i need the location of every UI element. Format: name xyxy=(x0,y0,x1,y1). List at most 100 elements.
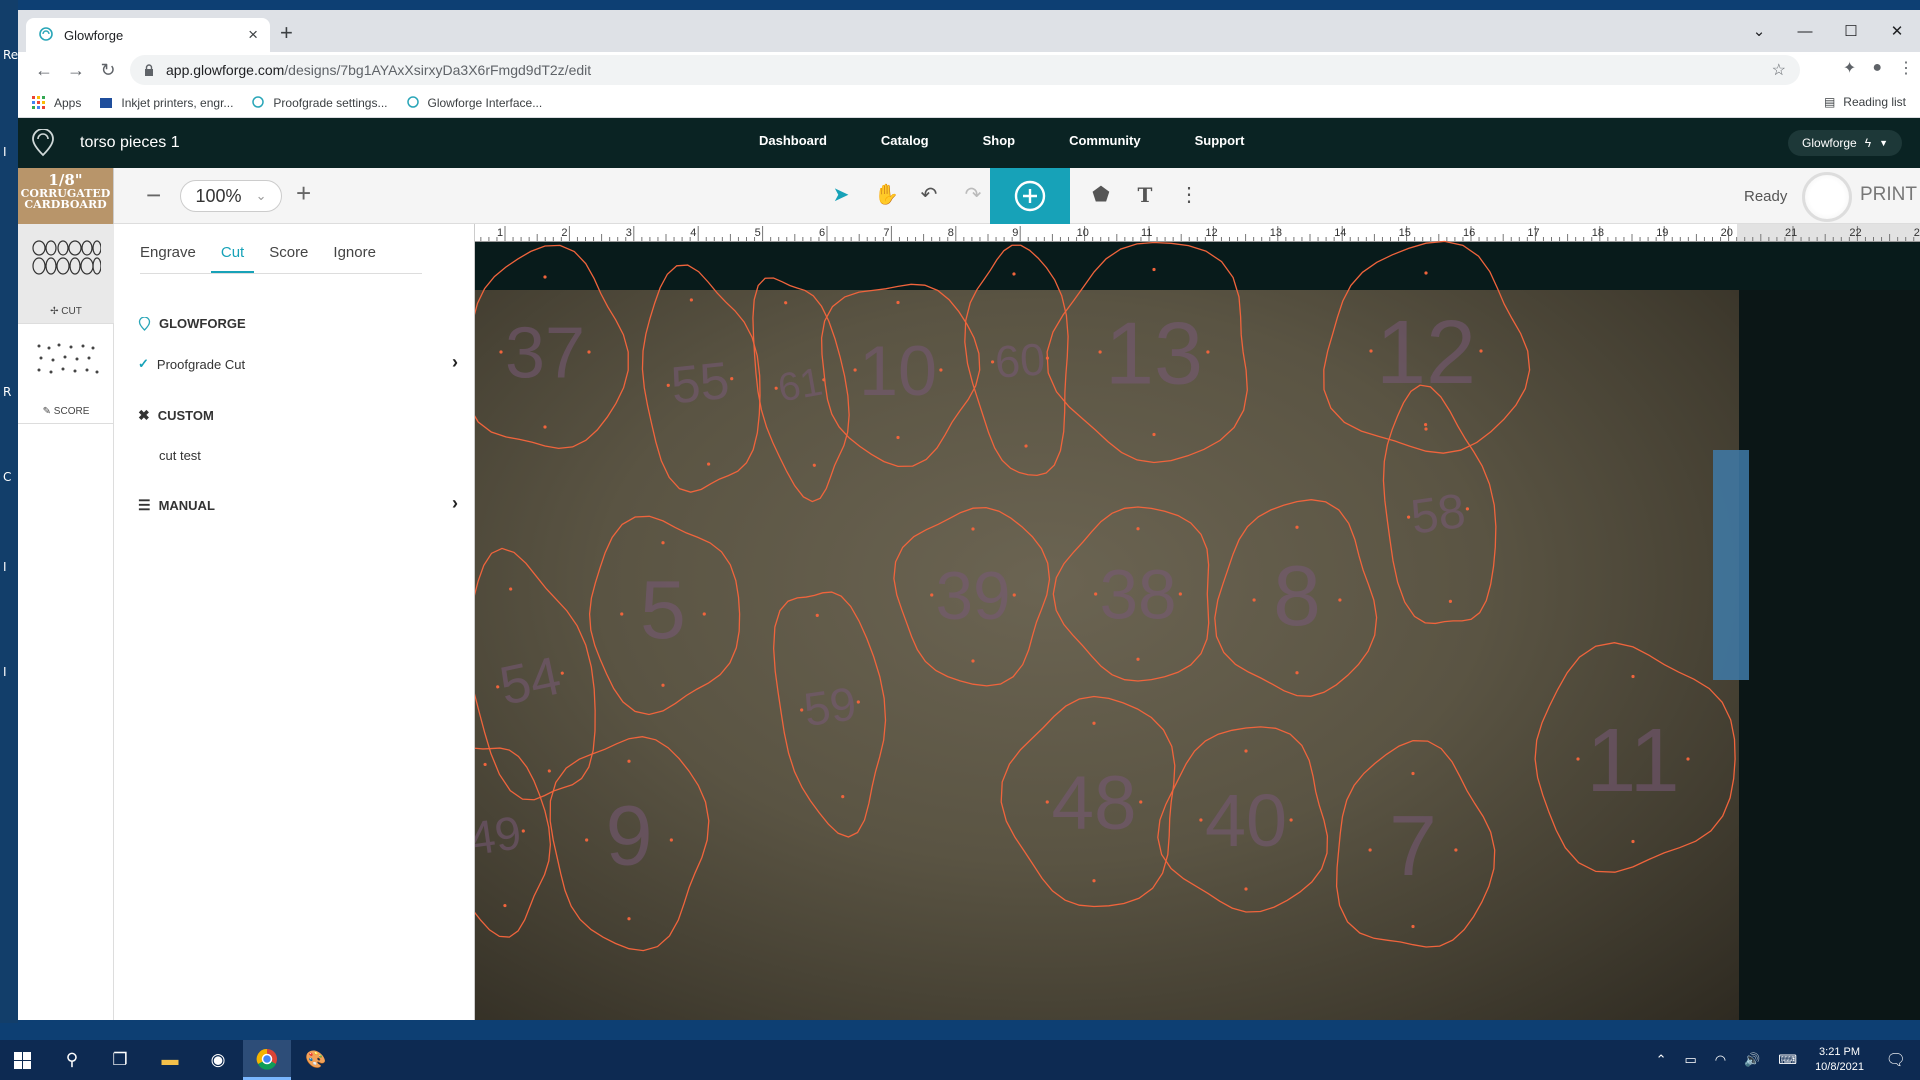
score-dot xyxy=(1411,771,1415,776)
chevron-down-icon: ⌄ xyxy=(255,188,267,203)
cut-shapes-layer[interactable]: 37 55 61 10 60 13 12 54 5 59 39 38 8 58 11 49 9 48 40 7 xyxy=(475,224,1920,1020)
browser-actions: ✦ ● ⋮ xyxy=(1843,58,1914,78)
tab-cut[interactable]: Cut xyxy=(210,244,255,273)
cut-piece: 11 xyxy=(1534,642,1736,873)
desktop-strip: Re I R C I I xyxy=(0,0,18,1023)
bookmark-star-icon[interactable]: ☆ xyxy=(1772,60,1786,80)
app-icon[interactable]: ◉ xyxy=(194,1040,242,1080)
keyboard-icon[interactable]: ⌨ xyxy=(1778,1052,1797,1068)
redo-icon[interactable]: ↷ xyxy=(962,182,984,207)
cut-piece: 58 xyxy=(1382,384,1497,625)
thumbnail-label: ✎ SCORE xyxy=(18,406,114,417)
clock-date: 10/8/2021 xyxy=(1815,1061,1864,1073)
score-dot xyxy=(1631,674,1635,679)
thumbnail-label-text: CUT xyxy=(61,306,82,317)
tab-search-icon[interactable]: ⌄ xyxy=(1736,10,1782,52)
windows-start-icon[interactable] xyxy=(14,1052,31,1069)
maximize-button[interactable]: ☐ xyxy=(1828,10,1874,52)
score-artwork-preview xyxy=(37,343,99,374)
score-dot xyxy=(661,683,665,687)
cut-piece: 8 xyxy=(1214,499,1378,697)
bookmark-interface[interactable]: Glowforge Interface... xyxy=(406,96,542,110)
back-icon[interactable]: ← xyxy=(28,60,60,81)
select-arrow-icon[interactable]: ➤ xyxy=(830,182,852,207)
score-dot xyxy=(971,527,975,531)
piece-number: 58 xyxy=(1408,484,1469,545)
profile-icon[interactable]: ● xyxy=(1872,59,1882,77)
tab-engrave[interactable]: Engrave xyxy=(140,244,196,273)
section-manual[interactable]: ☰ MANUAL › xyxy=(138,493,458,514)
nav-catalog[interactable]: Catalog xyxy=(881,133,929,148)
bookmark-inkjet[interactable]: Inkjet printers, engr... xyxy=(99,96,233,110)
url-input[interactable]: app.glowforge.com/designs/7bg1AYAxXsirxy… xyxy=(130,55,1800,85)
task-view-icon[interactable]: ❐ xyxy=(96,1040,144,1080)
text-tool-icon[interactable]: T xyxy=(1134,183,1156,207)
score-dot xyxy=(1406,515,1411,519)
more-options-icon[interactable]: ⋮ xyxy=(1178,182,1200,207)
piece-number: 55 xyxy=(668,352,732,416)
thumbnail-score[interactable]: ✎ SCORE xyxy=(18,324,114,424)
material-selector[interactable]: 1/8" CORRUGATED CARDBOARD xyxy=(18,168,114,224)
design-title[interactable]: torso pieces 1 xyxy=(80,134,180,152)
bookmark-apps[interactable]: Apps xyxy=(32,95,81,110)
chrome-icon[interactable] xyxy=(243,1040,291,1080)
nav-community[interactable]: Community xyxy=(1069,133,1141,148)
chevron-right-icon: › xyxy=(452,352,458,372)
cut-piece: 5 xyxy=(588,515,741,716)
nav-shop[interactable]: Shop xyxy=(983,133,1016,148)
score-dot xyxy=(1206,350,1210,354)
print-button[interactable] xyxy=(1802,172,1852,222)
extensions-icon[interactable]: ✦ xyxy=(1843,58,1856,78)
forward-icon[interactable]: → xyxy=(60,60,92,81)
score-dot xyxy=(812,463,816,467)
search-icon[interactable]: ⚲ xyxy=(48,1040,96,1080)
undo-icon[interactable]: ↶ xyxy=(918,182,940,207)
reading-list-label: Reading list xyxy=(1843,95,1906,109)
paint-icon[interactable]: 🎨 xyxy=(292,1040,340,1080)
zoom-out-button[interactable]: − xyxy=(146,180,161,211)
check-icon: ✓ xyxy=(138,356,149,371)
score-dot xyxy=(1631,839,1635,844)
chevron-up-icon[interactable]: ⌃ xyxy=(1656,1052,1667,1068)
user-menu[interactable]: Glowforge ϟ ▼ xyxy=(1788,130,1902,156)
score-dot xyxy=(496,685,500,689)
tab-score[interactable]: Score xyxy=(269,244,308,273)
pan-hand-icon[interactable]: ✋ xyxy=(874,182,899,207)
score-dot xyxy=(1045,800,1049,804)
zoom-select[interactable]: 100% ⌄ xyxy=(180,180,282,212)
notification-icon[interactable]: 🗨 xyxy=(1886,1050,1906,1070)
piece-number: 61 xyxy=(775,360,826,411)
file-explorer-icon[interactable]: ▬ xyxy=(146,1040,194,1080)
tab-close-icon[interactable]: × xyxy=(248,25,258,45)
piece-number: 9 xyxy=(605,788,652,883)
cut-artwork-preview xyxy=(32,240,102,275)
glowforge-logo-icon[interactable] xyxy=(30,129,56,157)
zoom-in-button[interactable]: + xyxy=(296,178,311,209)
custom-setting-cut-test[interactable]: cut test xyxy=(159,448,201,463)
apps-grid-icon xyxy=(32,95,45,109)
wifi-icon[interactable]: ◠ xyxy=(1715,1052,1726,1068)
thumbnail-label-text: SCORE xyxy=(53,406,90,417)
thumbnail-cut[interactable]: ✢ CUT xyxy=(18,224,114,324)
design-canvas[interactable]: 1234567891011121314151617181920212223 37… xyxy=(475,224,1920,1020)
reload-icon[interactable]: ↻ xyxy=(92,60,124,81)
reading-list-button[interactable]: ▤ Reading list xyxy=(1824,95,1906,109)
bookmark-proofgrade[interactable]: Proofgrade settings... xyxy=(251,96,388,110)
volume-icon[interactable]: 🔊 xyxy=(1744,1052,1760,1068)
nav-dashboard[interactable]: Dashboard xyxy=(759,133,827,148)
close-window-button[interactable]: ✕ xyxy=(1874,10,1920,52)
battery-icon[interactable]: ▭ xyxy=(1684,1052,1696,1068)
piece-number: 48 xyxy=(1051,761,1136,846)
menu-dots-icon[interactable]: ⋮ xyxy=(1898,58,1914,78)
clock[interactable]: 3:21 PM 10/8/2021 xyxy=(1815,1045,1864,1075)
minimize-button[interactable]: — xyxy=(1782,10,1828,52)
tab-ignore[interactable]: Ignore xyxy=(333,244,376,273)
add-artwork-button[interactable] xyxy=(990,168,1070,224)
new-tab-button[interactable]: + xyxy=(280,20,293,46)
browser-tab[interactable]: Glowforge × xyxy=(26,18,270,52)
tool-group-left: ➤ ✋ ↶ ↷ xyxy=(830,182,984,207)
proofgrade-cut-option[interactable]: ✓ Proofgrade Cut › xyxy=(138,352,458,372)
shapes-icon[interactable]: ⬟ xyxy=(1090,182,1112,207)
nav-support[interactable]: Support xyxy=(1195,133,1245,148)
score-dot xyxy=(707,462,711,466)
